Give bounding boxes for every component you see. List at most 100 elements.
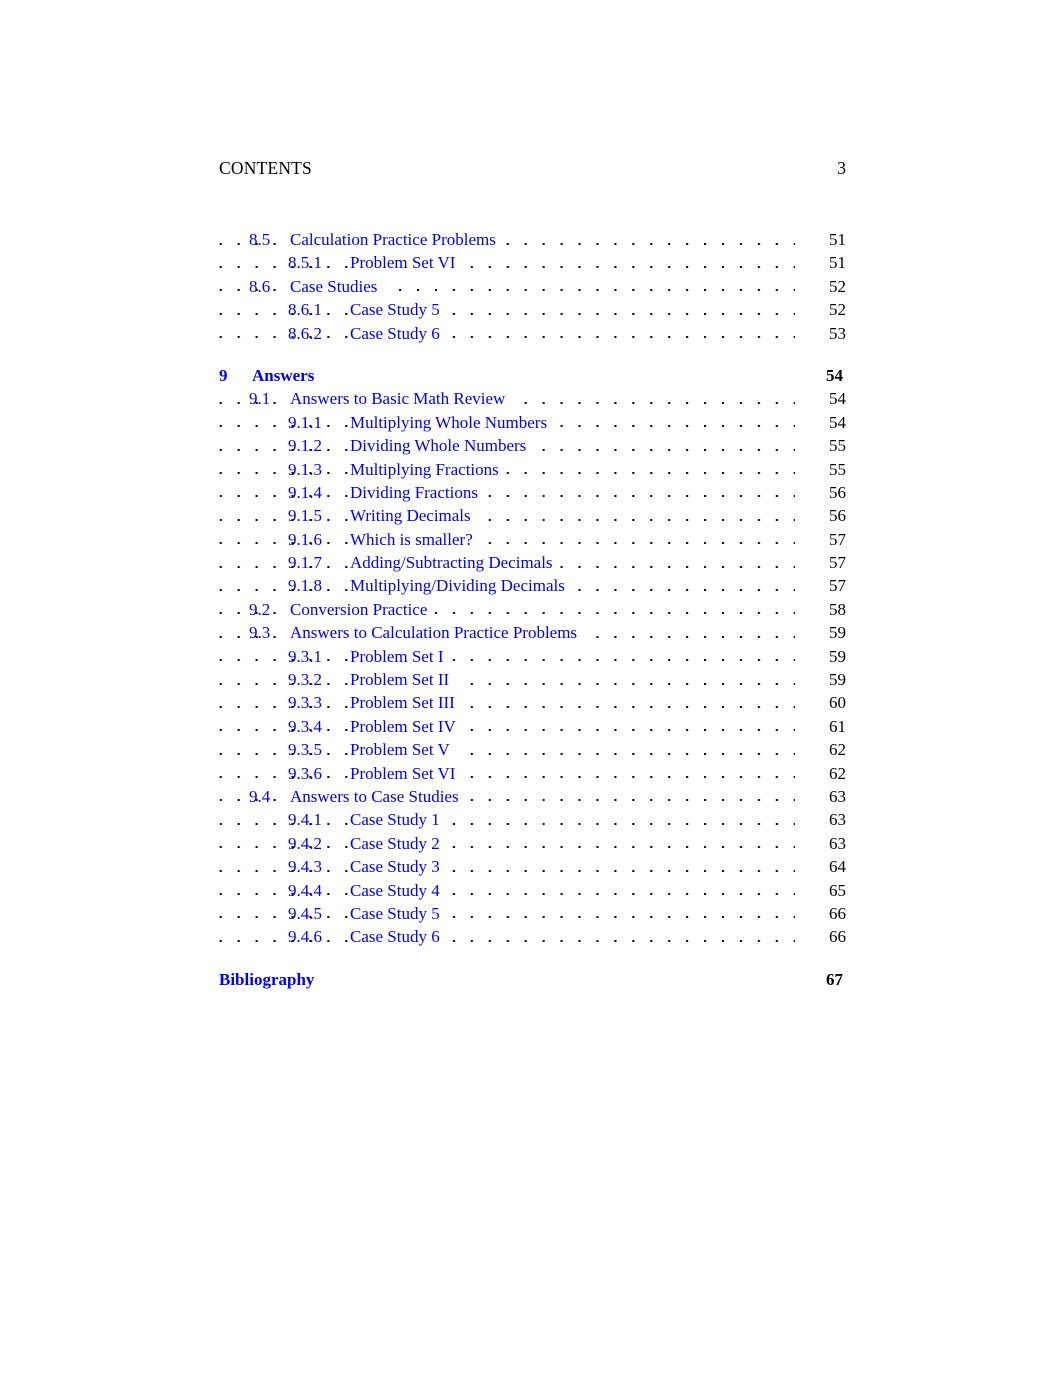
toc-entry-title[interactable]: Case Study 5 xyxy=(350,901,447,926)
toc-entry-title[interactable]: Conversion Practice xyxy=(290,597,435,622)
toc-entry[interactable]: 9.1.5 Writing Decimals 56 xyxy=(219,504,846,528)
toc-entry-page-number: 57 xyxy=(795,527,846,552)
toc-entry-page-number: 51 xyxy=(795,251,846,275)
dot-leader xyxy=(219,762,800,785)
toc-entry-page-number: 65 xyxy=(795,878,846,902)
toc-entry[interactable]: 8.5 Calculation Practice Problems 51 xyxy=(219,228,846,252)
toc-entry-page-number: 57 xyxy=(795,574,846,598)
toc-entry-title[interactable]: Case Study 2 xyxy=(350,831,447,856)
toc-entry[interactable]: 8.6 Case Studies 52 xyxy=(219,274,846,299)
toc-entry-title[interactable]: Adding/Subtracting Decimals xyxy=(350,551,560,575)
toc-page: CONTENTS 3 8.5 Calculation Practice Probl… xyxy=(0,0,1062,1376)
toc-entry[interactable]: 8.5.1 Problem Set VI 51 xyxy=(219,251,846,275)
dot-leader xyxy=(219,691,800,714)
toc-entry-page-number: 58 xyxy=(795,597,846,622)
toc-entry-page-number: 57 xyxy=(795,551,846,575)
toc-entry-title[interactable]: Problem Set IV xyxy=(350,714,463,739)
toc-entry-page-number: 67 xyxy=(792,967,843,992)
toc-entry-title[interactable]: Case Study 6 xyxy=(350,321,447,345)
toc-entry-title[interactable]: Case Study 5 xyxy=(350,298,447,322)
toc-entry-title[interactable]: Multiplying Whole Numbers xyxy=(350,410,555,435)
dot-leader xyxy=(219,715,800,738)
toc-entry-page-number: 66 xyxy=(795,901,846,926)
toc-entry-page-number: 63 xyxy=(795,784,846,809)
toc-entry[interactable]: 9.1.8 Multiplying/Dividing Decimals 57 xyxy=(219,574,846,598)
toc-entry[interactable]: 9.1 Answers to Basic Math Review 54 xyxy=(219,387,846,411)
toc-entry-title[interactable]: Dividing Fractions xyxy=(350,480,485,505)
dot-leader xyxy=(219,298,800,321)
dot-leader xyxy=(219,251,800,274)
toc-entry-page-number: 54 xyxy=(795,410,846,435)
toc-entry[interactable]: 9.3.2 Problem Set II 59 xyxy=(219,668,846,692)
toc-entry[interactable]: 9.4.5 Case Study 5 66 xyxy=(219,901,846,926)
toc-entry-page-number: 60 xyxy=(795,691,846,715)
toc-entry[interactable]: 9.1.4 Dividing Fractions 56 xyxy=(219,480,846,505)
toc-entry-page-number: 54 xyxy=(792,363,843,388)
toc-entry[interactable]: 9.2 Conversion Practice 58 xyxy=(219,597,846,622)
toc-entry[interactable]: 9.3.6 Problem Set VI 62 xyxy=(219,761,846,785)
toc-entry-title[interactable]: Multiplying/Dividing Decimals xyxy=(350,574,572,598)
toc-entry[interactable]: 9 Answers 54 xyxy=(219,363,846,388)
dot-leader xyxy=(219,645,800,668)
toc-entry-title[interactable]: Case Study 4 xyxy=(350,878,447,902)
toc-entry-title[interactable]: Problem Set V xyxy=(350,738,457,762)
toc-entry-title[interactable]: Case Study 3 xyxy=(350,855,447,879)
toc-entry-title[interactable]: Answers xyxy=(252,363,322,388)
toc-entry[interactable]: 9.3.3 Problem Set III 60 xyxy=(219,691,846,715)
toc-entry-title[interactable]: Problem Set I xyxy=(350,644,451,669)
toc-entry-page-number: 55 xyxy=(795,457,846,481)
toc-entry[interactable]: 9.4.4 Case Study 4 65 xyxy=(219,878,846,902)
toc-entry-title[interactable]: Calculation Practice Problems xyxy=(290,228,503,252)
toc-entry[interactable]: 9.1.7 Adding/Subtracting Decimals 57 xyxy=(219,551,846,575)
dot-leader xyxy=(219,832,800,855)
toc-entry-title[interactable]: Writing Decimals xyxy=(350,504,478,528)
toc-entry-page-number: 61 xyxy=(795,714,846,739)
toc-entry-page-number: 51 xyxy=(795,228,846,252)
toc-entry[interactable]: 9.1.3 Multiplying Fractions 55 xyxy=(219,457,846,481)
toc-entry-title[interactable]: Case Study 1 xyxy=(350,808,447,832)
toc-entry[interactable]: 9.4.6 Case Study 6 66 xyxy=(219,925,846,949)
toc-entry[interactable]: 9.4 Answers to Case Studies 63 xyxy=(219,784,846,809)
toc-entry[interactable]: 8.6.1 Case Study 5 52 xyxy=(219,298,846,322)
dot-leader xyxy=(219,504,800,527)
toc-entry[interactable]: Bibliography 67 xyxy=(219,967,846,992)
toc-entry[interactable]: 9.4.1 Case Study 1 63 xyxy=(219,808,846,832)
toc-entry-title[interactable]: Case Study 6 xyxy=(350,925,447,949)
toc-entry[interactable]: 9.1.2 Dividing Whole Numbers 55 xyxy=(219,434,846,458)
toc-entry[interactable]: 9.1.6 Which is smaller? 57 xyxy=(219,527,846,552)
toc-entry-title[interactable]: Which is smaller? xyxy=(350,527,480,552)
toc-entry[interactable]: 9.3 Answers to Calculation Practice Probl… xyxy=(219,621,846,645)
dot-leader xyxy=(219,458,800,481)
toc-entry-page-number: 52 xyxy=(795,274,846,299)
toc-entry-page-number: 62 xyxy=(795,738,846,762)
toc-entry-title[interactable]: Problem Set II xyxy=(350,668,457,692)
toc-entry-title[interactable]: Answers to Basic Math Review xyxy=(290,387,513,411)
toc-entry[interactable]: 9.4.3 Case Study 3 64 xyxy=(219,855,846,879)
dot-leader xyxy=(219,855,800,878)
toc-entry-title[interactable]: Dividing Whole Numbers xyxy=(350,434,534,458)
toc-entry-title[interactable]: Problem Set III xyxy=(350,691,462,715)
toc-entry-title[interactable]: Problem Set VI xyxy=(350,761,463,785)
toc-entry[interactable]: 9.3.1 Problem Set I 59 xyxy=(219,644,846,669)
running-header-title: CONTENTS xyxy=(219,158,312,178)
toc-entry-title[interactable]: Case Studies xyxy=(290,274,385,299)
dot-leader xyxy=(219,902,800,925)
toc-entry-title[interactable]: Answers to Calculation Practice Problems xyxy=(290,621,585,645)
toc-entry-title[interactable]: Multiplying Fractions xyxy=(350,457,506,481)
toc-entry[interactable]: 8.6.2 Case Study 6 53 xyxy=(219,321,846,345)
toc-entry[interactable]: 9.4.2 Case Study 2 63 xyxy=(219,831,846,856)
toc-entry-title[interactable]: Answers to Case Studies xyxy=(290,784,466,809)
toc-entry[interactable]: 9.1.1 Multiplying Whole Numbers 54 xyxy=(219,410,846,435)
running-header-page-number: 3 xyxy=(837,158,846,178)
toc-entry-page-number: 62 xyxy=(795,761,846,785)
toc-entry-title[interactable]: Bibliography xyxy=(219,967,322,992)
toc-entry[interactable]: 9.3.5 Problem Set V 62 xyxy=(219,738,846,762)
toc-entry-page-number: 63 xyxy=(795,808,846,832)
toc-entry-title[interactable]: Problem Set VI xyxy=(350,251,463,275)
table-of-contents: 8.5 Calculation Practice Problems 51 8.5.1 P… xyxy=(219,228,846,992)
toc-entry-page-number: 55 xyxy=(795,434,846,458)
running-header: CONTENTS 3 xyxy=(219,158,846,182)
toc-entry[interactable]: 9.3.4 Problem Set IV 61 xyxy=(219,714,846,739)
toc-entry-page-number: 59 xyxy=(795,621,846,645)
toc-entry-page-number: 54 xyxy=(795,387,846,411)
